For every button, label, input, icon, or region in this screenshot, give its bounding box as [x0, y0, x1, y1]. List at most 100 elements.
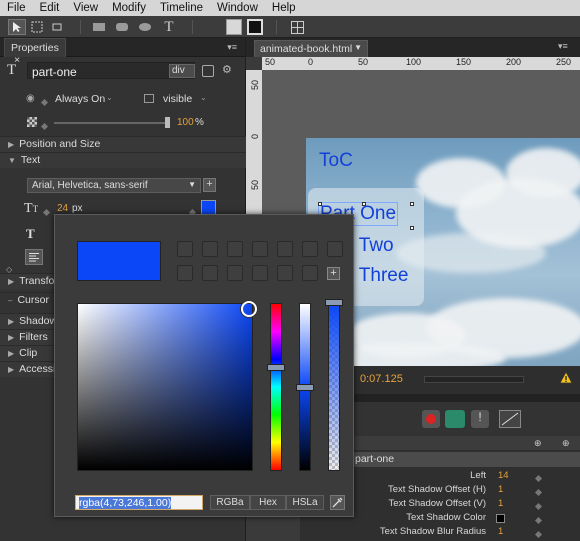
record-icon[interactable]: [422, 410, 440, 428]
select-tool-icon[interactable]: [8, 19, 26, 35]
keyframe-diamond-icon[interactable]: [40, 120, 49, 132]
color-picker-handle[interactable]: [241, 301, 257, 317]
swatch-slot[interactable]: [277, 241, 293, 257]
selection-handle[interactable]: [410, 226, 414, 230]
keyframe-diamond-icon[interactable]: [534, 487, 543, 498]
add-swatch-button[interactable]: +: [327, 267, 340, 280]
chevron-down-icon[interactable]: ▼: [354, 43, 362, 52]
transform-tool-icon[interactable]: [28, 19, 46, 35]
pin-icon[interactable]: !: [471, 410, 489, 428]
color-value-input[interactable]: rgba(4,73,246,1.00): [75, 495, 203, 510]
mode-rgba-button[interactable]: RGBa: [210, 495, 250, 510]
overflow-value[interactable]: visible: [163, 93, 192, 105]
selection-handle[interactable]: [362, 202, 366, 206]
rectangle-tool-icon[interactable]: [90, 19, 108, 35]
font-family-value: Arial, Helvetica, sans-serif: [32, 180, 148, 191]
element-tag-select[interactable]: div: [169, 64, 195, 78]
swatch-slot[interactable]: [302, 241, 318, 257]
section-text[interactable]: ▼ Text: [0, 152, 246, 168]
swatch-slot[interactable]: [252, 241, 268, 257]
swatch-slot[interactable]: [227, 265, 243, 281]
panel-menu-icon[interactable]: ▾≡: [227, 42, 237, 53]
lightness-slider-handle[interactable]: [296, 384, 314, 391]
swatch-slot[interactable]: [227, 241, 243, 257]
menu-edit[interactable]: Edit: [33, 0, 67, 16]
ruler-label: 50: [250, 180, 260, 191]
hue-slider[interactable]: [270, 303, 282, 471]
selection-handle[interactable]: [318, 202, 322, 206]
grid-icon[interactable]: [289, 19, 305, 35]
ellipse-tool-icon[interactable]: [136, 19, 154, 35]
symbol-icon[interactable]: ⚙: [222, 63, 232, 76]
opacity-slider[interactable]: [54, 122, 170, 124]
hue-slider-handle[interactable]: [267, 364, 285, 371]
swatch-slot[interactable]: [302, 265, 318, 281]
filter-icon[interactable]: ⊕: [562, 438, 570, 449]
eyedropper-icon[interactable]: [330, 495, 345, 510]
easing-icon[interactable]: [499, 410, 521, 428]
warning-icon[interactable]: [559, 371, 573, 387]
class-icon[interactable]: [202, 65, 214, 77]
menu-file[interactable]: File: [0, 0, 33, 16]
panel-menu-icon[interactable]: ▾≡: [558, 41, 568, 52]
keyframe-diamond-icon[interactable]: [40, 96, 49, 108]
toc-title: ToC: [319, 150, 353, 171]
fill-color-swatch[interactable]: [226, 19, 242, 35]
menu-help[interactable]: Help: [265, 0, 303, 16]
swatch-slot[interactable]: [202, 241, 218, 257]
mode-hsla-button[interactable]: HSLa: [286, 495, 324, 510]
menu-modify[interactable]: Modify: [105, 0, 153, 16]
tab-document[interactable]: animated-book.html ▼: [254, 40, 368, 57]
section-position-size[interactable]: ▶ Position and Size: [0, 136, 246, 152]
property-value[interactable]: 14: [498, 470, 509, 481]
saturation-value-field[interactable]: [77, 303, 253, 471]
opacity-slider-handle[interactable]: [165, 117, 170, 128]
timeline-property-row[interactable]: Text Shadow Blur Radius 1: [300, 526, 580, 540]
swatch-slot[interactable]: [177, 265, 193, 281]
align-left-icon[interactable]: [25, 249, 43, 265]
swatch-slot[interactable]: [202, 265, 218, 281]
filter-icon[interactable]: ⊕: [534, 438, 542, 449]
menu-timeline[interactable]: Timeline: [153, 0, 210, 16]
keyframe-diamond-icon[interactable]: [534, 501, 543, 512]
alpha-slider-handle[interactable]: [325, 299, 343, 306]
font-family-select[interactable]: Arial, Helvetica, sans-serif ▼: [27, 178, 201, 193]
tab-properties[interactable]: Properties ×: [4, 38, 66, 66]
property-value[interactable]: 1: [498, 484, 503, 495]
swatch-slot[interactable]: [252, 265, 268, 281]
font-color-swatch[interactable]: [201, 200, 216, 215]
selection-handle[interactable]: [410, 202, 414, 206]
ruler-label: 150: [456, 57, 472, 67]
auto-keyframe-icon[interactable]: [445, 410, 465, 428]
swatch-slot[interactable]: [177, 241, 193, 257]
keyframe-diamond-icon[interactable]: [534, 473, 543, 484]
shadow-color-swatch[interactable]: [496, 514, 505, 523]
swatch-slot[interactable]: [277, 265, 293, 281]
add-font-button[interactable]: +: [203, 178, 216, 192]
display-value[interactable]: Always On: [55, 93, 105, 105]
zoom-slider[interactable]: [424, 376, 524, 383]
document-tab-label: animated-book.html: [260, 43, 353, 55]
keyframe-diamond-icon[interactable]: [42, 206, 51, 218]
menu-view[interactable]: View: [66, 0, 105, 16]
mode-hex-button[interactable]: Hex: [250, 495, 286, 510]
alpha-slider[interactable]: [328, 303, 340, 471]
swatch-slot[interactable]: [327, 241, 343, 257]
stroke-color-swatch[interactable]: [247, 19, 263, 35]
current-time[interactable]: 0:07.125: [360, 373, 403, 385]
overflow-dropdown-icon[interactable]: ⌄: [200, 93, 207, 102]
clipping-tool-icon[interactable]: [48, 19, 66, 35]
property-value[interactable]: 1: [498, 498, 503, 509]
font-size-value[interactable]: 24: [57, 203, 68, 214]
menu-window[interactable]: Window: [210, 0, 265, 16]
keyframe-diamond-icon[interactable]: [534, 515, 543, 526]
element-id-row: T part-one div ⚙: [0, 60, 246, 82]
rounded-rectangle-tool-icon[interactable]: [113, 19, 131, 35]
text-tool-icon[interactable]: T: [160, 19, 178, 35]
font-weight-icon[interactable]: T: [26, 226, 35, 242]
property-value[interactable]: 1: [498, 526, 503, 537]
opacity-value[interactable]: 100: [177, 117, 194, 128]
display-dropdown-icon[interactable]: ⌄: [106, 93, 113, 102]
keyframe-diamond-icon[interactable]: [534, 529, 543, 540]
font-size-unit[interactable]: px: [72, 203, 83, 214]
